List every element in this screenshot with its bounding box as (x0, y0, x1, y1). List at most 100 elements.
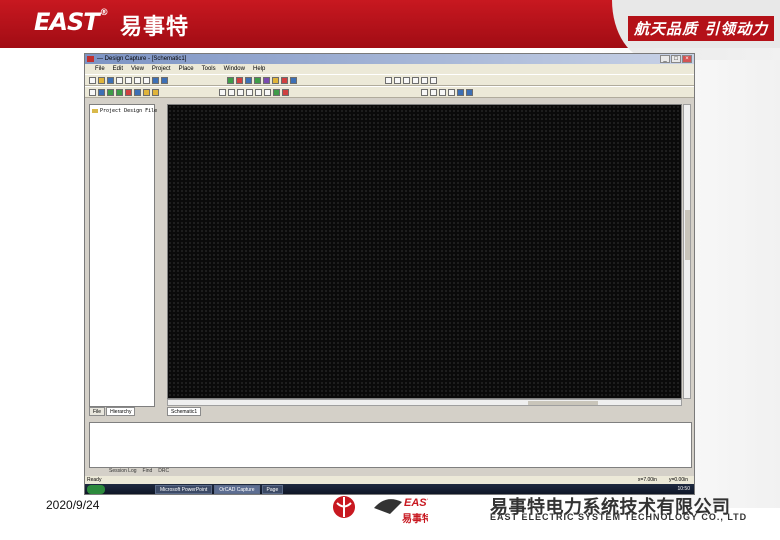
place-bus-icon[interactable] (116, 89, 123, 96)
place-ground-icon[interactable] (152, 89, 159, 96)
vertical-scroll-thumb[interactable] (685, 210, 690, 260)
footer-logo-cn: 易事特 (402, 512, 428, 525)
zoom-in-icon[interactable] (421, 89, 428, 96)
paste-icon[interactable] (143, 77, 150, 84)
distribute-icon[interactable] (430, 77, 437, 84)
tab-schematic1[interactable]: Schematic1 (167, 407, 202, 416)
logo-cn: 易事特 (120, 14, 190, 40)
draw-arc-icon[interactable] (255, 89, 262, 96)
tree-item-label: Project Design File (100, 108, 158, 114)
place-wire-icon[interactable] (107, 89, 114, 96)
no-connect-icon[interactable] (282, 89, 289, 96)
output-tabs: Session Log Find DRC (89, 468, 169, 475)
menu-file[interactable]: File (95, 64, 105, 74)
new-icon[interactable] (89, 77, 96, 84)
area-select-icon[interactable] (466, 89, 473, 96)
toolbar-group-tools (227, 77, 297, 85)
status-coords: x=7.00in y=0.00in (638, 476, 688, 484)
toolbar-group-place (89, 89, 159, 97)
company-name-en: EAST ELECTRIC SYSTEM TECHNOLOGY CO., LTD (490, 512, 748, 522)
close-button[interactable]: × (682, 55, 692, 63)
menu-tools[interactable]: Tools (202, 64, 216, 74)
align-right-icon[interactable] (403, 77, 410, 84)
tab-hierarchy[interactable]: Hierarchy (106, 407, 136, 416)
menu-help[interactable]: Help (253, 64, 265, 74)
start-button[interactable] (87, 485, 105, 494)
project-tabs: File Hierarchy (89, 407, 155, 416)
draw-line-icon[interactable] (219, 89, 226, 96)
tab-file[interactable]: File (89, 407, 106, 416)
cross-ref-icon[interactable] (281, 77, 288, 84)
bom-icon[interactable] (245, 77, 252, 84)
draw-polyline-icon[interactable] (228, 89, 235, 96)
toolbar-group-draw (219, 89, 289, 97)
zoom-out-icon[interactable] (430, 89, 437, 96)
toolbar-group-zoom (421, 89, 473, 97)
select-icon[interactable] (89, 89, 96, 96)
copy-icon[interactable] (134, 77, 141, 84)
align-center-icon[interactable] (394, 77, 401, 84)
draw-ellipse-icon[interactable] (246, 89, 253, 96)
undo-icon[interactable] (152, 77, 159, 84)
help-icon[interactable] (290, 77, 297, 84)
menu-project[interactable]: Project (152, 64, 171, 74)
vertical-scrollbar[interactable] (683, 104, 691, 399)
standard-toolbar (85, 74, 694, 86)
place-part-icon[interactable] (98, 89, 105, 96)
horizontal-scrollbar[interactable] (167, 399, 682, 406)
zoom-area-icon[interactable] (439, 89, 446, 96)
annotate-icon[interactable] (254, 77, 261, 84)
menu-view[interactable]: View (131, 64, 144, 74)
task-orcad[interactable]: OrCAD Capture (214, 485, 260, 494)
tab-session-log[interactable]: Session Log (109, 468, 137, 475)
minimize-button[interactable]: _ (660, 55, 670, 63)
horizontal-scroll-thumb[interactable] (528, 401, 598, 405)
redo-icon[interactable] (161, 77, 168, 84)
status-y: y=0.00in (668, 477, 688, 483)
project-manager-panel: Project Design File (89, 104, 157, 407)
drc-icon[interactable] (236, 77, 243, 84)
properties-icon[interactable] (272, 77, 279, 84)
window-controls: _ □ × (660, 55, 692, 63)
tab-drc[interactable]: DRC (158, 468, 169, 475)
place-port-icon[interactable] (273, 89, 280, 96)
draw-rect-icon[interactable] (237, 89, 244, 96)
toolbar-group-file (89, 77, 168, 85)
print-icon[interactable] (116, 77, 123, 84)
footer-logo-text: EAST (404, 497, 428, 509)
maximize-button[interactable]: □ (671, 55, 681, 63)
menu-window[interactable]: Window (224, 64, 245, 74)
align-top-icon[interactable] (412, 77, 419, 84)
library-icon[interactable] (263, 77, 270, 84)
netlist-icon[interactable] (227, 77, 234, 84)
header-slogan: 航天品质 引领动力 (628, 16, 775, 41)
schematic-canvas[interactable] (167, 104, 682, 399)
save-icon[interactable] (107, 77, 114, 84)
tree-item-root[interactable]: Project Design File (92, 108, 157, 114)
align-left-icon[interactable] (385, 77, 392, 84)
align-bottom-icon[interactable] (421, 77, 428, 84)
open-icon[interactable] (98, 77, 105, 84)
place-toolbar (85, 86, 694, 98)
footer-date: 2020/9/24 (46, 498, 100, 512)
menu-place[interactable]: Place (179, 64, 194, 74)
place-power-icon[interactable] (143, 89, 150, 96)
place-net-alias-icon[interactable] (134, 89, 141, 96)
taskbar-items: Microsoft PowerPoint OrCAD Capture Page (155, 485, 284, 494)
cut-icon[interactable] (125, 77, 132, 84)
east-logo: EAST® (34, 8, 109, 36)
zoom-all-icon[interactable] (448, 89, 455, 96)
orcad-window: — Design Capture - [Schematic1] _ □ × Fi… (84, 53, 695, 495)
task-powerpoint[interactable]: Microsoft PowerPoint (155, 485, 213, 494)
snap-grid-icon[interactable] (457, 89, 464, 96)
task-page[interactable]: Page (261, 485, 284, 494)
session-log-panel[interactable] (89, 422, 692, 468)
menu-edit[interactable]: Edit (113, 64, 123, 74)
place-junction-icon[interactable] (125, 89, 132, 96)
status-text: Ready (87, 477, 102, 483)
draw-text-icon[interactable] (264, 89, 271, 96)
menu-bar: File Edit View Project Place Tools Windo… (85, 64, 694, 74)
slide: EAST® 易事特 航天品质 引领动力 — Design Capture - [… (0, 0, 780, 540)
window-title: — Design Capture - [Schematic1] (97, 56, 187, 62)
tab-find[interactable]: Find (143, 468, 153, 475)
